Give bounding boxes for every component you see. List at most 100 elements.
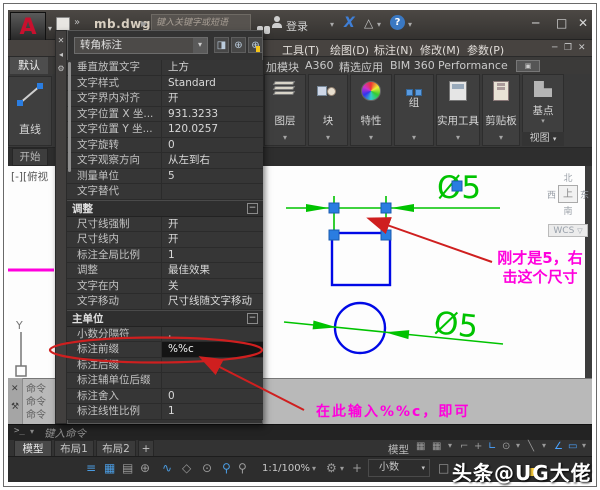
signin-person-icon[interactable] <box>272 16 282 28</box>
osnap-caret-icon[interactable]: ▾ <box>542 441 546 450</box>
panel-expand-icon[interactable]: ▾ <box>395 133 433 142</box>
dim2-text[interactable]: Ø5 <box>432 305 480 345</box>
property-value[interactable]: 5 <box>161 169 263 184</box>
wcs-dropdown[interactable]: WCS ▽ <box>548 224 588 237</box>
collapse-icon[interactable]: − <box>247 313 258 324</box>
property-value[interactable] <box>161 358 263 373</box>
object-type-dropdown[interactable]: 转角标注 <box>74 37 208 54</box>
help-caret-icon[interactable]: ▾ <box>408 20 412 29</box>
app-store-caret-icon[interactable]: ▾ <box>377 20 381 29</box>
menu-tools[interactable]: 工具(T) <box>282 42 319 58</box>
polar-tracking-icon[interactable]: ⊙ <box>502 441 510 452</box>
panel-expand-icon[interactable]: ▾ <box>483 133 519 142</box>
polar-caret-icon[interactable]: ▾ <box>516 441 520 450</box>
property-row[interactable]: 文字样式Standard <box>67 76 263 92</box>
quick-access-expand-icon[interactable]: » <box>74 17 80 28</box>
grid-display-icon[interactable]: ▦ <box>416 441 425 452</box>
help-icon[interactable]: ? <box>390 15 405 30</box>
menu-dimension[interactable]: 标注(N) <box>374 42 413 58</box>
ribbon-tab-featured[interactable]: 精选应用 <box>339 59 383 75</box>
property-value[interactable]: 尺寸线随文字移动 <box>161 294 263 309</box>
signin-label[interactable]: 登录 <box>286 18 308 34</box>
customization-lines-icon[interactable]: ≡ <box>86 461 96 475</box>
ribbon-panel-properties[interactable]: 特性 ▾ <box>350 74 392 146</box>
property-value[interactable]: 0 <box>161 138 263 153</box>
property-value[interactable] <box>161 184 263 199</box>
selection-cycling-icon[interactable]: ◇ <box>182 461 191 475</box>
object-type-caret-icon[interactable]: ▾ <box>193 38 207 53</box>
viewcube[interactable]: 北 西 上 东 南 <box>544 171 592 217</box>
quick-properties-icon[interactable]: ▤ <box>122 461 133 475</box>
maximize-button[interactable]: □ <box>556 16 567 30</box>
property-row[interactable]: 标注辅单位后缀 <box>67 373 263 389</box>
property-row[interactable]: 文字旋转0 <box>67 138 263 154</box>
section-header-primary-units[interactable]: 主单位− <box>67 310 263 327</box>
ribbon-tab-addins[interactable]: 加模块 <box>266 59 299 75</box>
palette-scrollbar[interactable] <box>68 62 71 172</box>
line-tool-button[interactable]: 直线 <box>8 76 52 146</box>
tab-layout2[interactable]: 布局2 <box>96 440 136 456</box>
doc-close-button[interactable]: ✕ <box>578 43 586 53</box>
ribbon-panel-group[interactable]: 组 ▾ <box>394 74 434 146</box>
viewcube-east[interactable]: 东 <box>580 188 589 201</box>
property-value[interactable]: 1 <box>161 248 263 263</box>
property-value[interactable]: 931.3233 <box>161 107 263 122</box>
property-row[interactable]: 文字观察方向从左到右 <box>67 153 263 169</box>
precision-dropdown[interactable]: 小数 ▾ <box>368 459 430 477</box>
object-snap-icon[interactable]: ∠ <box>554 441 563 452</box>
property-value[interactable]: 从左到右 <box>161 153 263 168</box>
signin-caret-icon[interactable]: ▾ <box>330 20 334 29</box>
tab-model[interactable]: 模型 <box>14 440 52 456</box>
object-snap-tracking-icon[interactable]: ╲ <box>528 441 534 452</box>
palette-autohide-icon[interactable]: ◂ <box>56 50 66 59</box>
ribbon-panel-block[interactable]: 块 ▾ <box>308 74 348 146</box>
geographic-location-icon[interactable]: ⊕ <box>140 461 150 475</box>
command-input-bar[interactable] <box>8 424 592 440</box>
property-value[interactable] <box>161 373 263 388</box>
property-row[interactable]: 尺寸线强制开 <box>67 217 263 233</box>
property-row[interactable]: 尺寸线内开 <box>67 232 263 248</box>
wcs-caret-icon[interactable]: ▽ <box>577 227 582 235</box>
ribbon-tab-home[interactable]: 默认 <box>10 57 48 74</box>
viewcube-top-face[interactable]: 上 <box>558 185 578 203</box>
property-row[interactable]: 调整最佳效果 <box>67 263 263 279</box>
ribbon-panel-clipboard[interactable]: 剪贴板 ▾ <box>482 74 520 146</box>
command-customize-icon[interactable]: ⚒ <box>11 402 19 412</box>
property-row[interactable]: 垂直放置文字上方 <box>67 60 263 76</box>
infer-constraints-icon[interactable]: ⌐ <box>460 441 468 452</box>
property-row[interactable]: 文字移动尺寸线随文字移动 <box>67 294 263 310</box>
property-row[interactable]: 标注线性比例1 <box>67 404 263 420</box>
dim-prefix-input[interactable]: %%c <box>161 342 263 357</box>
dynamic-input-icon[interactable]: + <box>474 441 482 452</box>
viewcube-north[interactable]: 北 <box>544 171 592 184</box>
ribbon-panel-utilities[interactable]: 实用工具 ▾ <box>436 74 480 146</box>
snapbox-caret-icon[interactable]: ▾ <box>582 441 586 450</box>
ribbon-tab-performance[interactable]: Performance <box>438 59 508 72</box>
annotation-scale-value[interactable]: 1:1/100% <box>262 463 310 474</box>
logo-caret-icon[interactable]: ▾ <box>48 24 52 33</box>
property-row[interactable]: 标注后缀 <box>67 358 263 374</box>
isolate-objects-icon[interactable]: □ <box>438 461 449 475</box>
scale-caret-icon[interactable]: ▾ <box>312 464 316 473</box>
view-panel-strip[interactable]: 视图 ▾ <box>522 132 564 146</box>
property-value[interactable]: 开 <box>161 91 263 106</box>
property-value[interactable]: 120.0257 <box>161 122 263 137</box>
snap-box-icon[interactable]: ▭ <box>568 441 577 452</box>
panel-caret-icon[interactable]: ▾ <box>523 117 563 125</box>
autoscale-icon[interactable]: ⚲ <box>238 461 247 475</box>
property-value[interactable]: Standard <box>161 76 263 91</box>
property-value[interactable]: , <box>161 327 263 342</box>
panel-expand-icon[interactable]: ▾ <box>265 133 305 142</box>
viewport-controls-label[interactable]: [-][俯视 <box>11 169 48 184</box>
property-value[interactable]: 开 <box>161 232 263 247</box>
panel-expand-icon[interactable]: ▾ <box>309 133 347 142</box>
command-caret-icon[interactable]: ▾ <box>30 427 34 436</box>
collapse-icon[interactable]: − <box>247 203 258 214</box>
close-button[interactable]: ✕ <box>578 16 588 30</box>
property-value[interactable]: 0 <box>161 389 263 404</box>
ribbon-panel-layers[interactable]: 图层 ▾ <box>264 74 306 146</box>
ribbon-tab-a360[interactable]: A360 <box>305 59 334 72</box>
plus-icon[interactable]: + <box>352 461 362 475</box>
property-value[interactable]: 开 <box>161 217 263 232</box>
property-value[interactable]: 最佳效果 <box>161 263 263 278</box>
